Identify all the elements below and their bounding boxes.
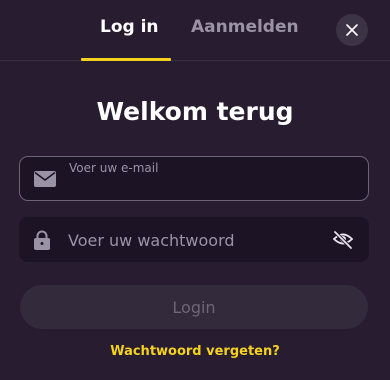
auth-tabs: Log in Aanmelden — [0, 0, 390, 61]
tab-register[interactable]: Aanmelden — [191, 17, 299, 37]
active-tab-indicator — [81, 58, 171, 61]
email-input[interactable] — [69, 177, 349, 195]
tab-login[interactable]: Log in — [100, 17, 159, 37]
page-title: Welkom terug — [96, 97, 294, 126]
lock-icon — [34, 230, 50, 250]
close-icon — [346, 24, 358, 36]
email-label: Voer uw e-mail — [69, 161, 159, 175]
eye-off-icon[interactable] — [332, 229, 354, 250]
login-button[interactable]: Login — [20, 285, 368, 329]
password-input[interactable] — [68, 229, 318, 251]
forgot-password-link[interactable]: Wachtwoord vergeten? — [0, 344, 390, 359]
close-button[interactable] — [336, 14, 368, 46]
password-field[interactable] — [19, 217, 369, 262]
envelope-icon — [34, 170, 56, 187]
email-field[interactable]: Voer uw e-mail — [19, 156, 369, 201]
